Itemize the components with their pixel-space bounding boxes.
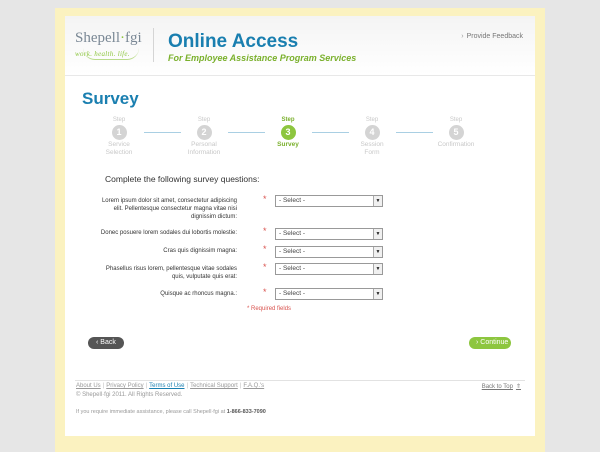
survey-instructions: Complete the following survey questions:	[105, 174, 260, 184]
footer-link-privacy-policy[interactable]: Privacy Policy	[106, 383, 143, 389]
caret-down-icon: ▼	[373, 229, 382, 239]
chevron-left-icon: ‹	[96, 339, 99, 346]
required-marker: *	[263, 226, 267, 236]
question-label: Lorem ipsum dolor sit amet, consectetur …	[101, 198, 237, 220]
logo-swoosh	[83, 48, 139, 60]
site-subtitle: For Employee Assistance Program Services	[168, 53, 357, 63]
continue-button[interactable]: › Continue	[469, 337, 511, 349]
back-to-top-link[interactable]: Back to Top ⇑	[482, 383, 521, 390]
question-2-select[interactable]: - Select - ▼	[275, 228, 383, 240]
question-1-select[interactable]: - Select - ▼	[275, 195, 383, 207]
required-fields-note: * Required fields	[247, 306, 292, 312]
caret-down-icon: ▼	[373, 247, 382, 257]
step-confirmation: Step 5 Confirmation	[437, 117, 475, 148]
footer-link-about-us[interactable]: About Us	[76, 383, 101, 389]
provide-feedback-link[interactable]: › Provide Feedback	[461, 33, 523, 40]
page: Shepell·fgi work. health. life. Online A…	[65, 16, 535, 436]
question-3-select[interactable]: - Select - ▼	[275, 246, 383, 258]
site-title: Online Access	[168, 31, 299, 52]
caret-down-icon: ▼	[373, 289, 382, 299]
caret-down-icon: ▼	[373, 264, 382, 274]
question-label: Quisque ac rhoncus magna.:	[160, 291, 237, 297]
chevron-right-icon: ›	[461, 33, 464, 40]
assistance-phone: 1-866-833-7090	[226, 409, 266, 415]
question-5-select[interactable]: - Select - ▼	[275, 288, 383, 300]
footer-link-terms-of-use[interactable]: Terms of Use	[149, 383, 184, 389]
required-marker: *	[263, 244, 267, 254]
question-label: Cras quis dignissim magna:	[163, 248, 237, 254]
caret-down-icon: ▼	[373, 196, 382, 206]
step-session-form: Step 4 Session Form	[360, 117, 384, 156]
question-4-select[interactable]: - Select - ▼	[275, 263, 383, 275]
step-personal-information: Step 2 Personal Information	[187, 117, 221, 156]
required-marker: *	[263, 287, 267, 297]
footer-link-faq[interactable]: F.A.Q.'s	[243, 383, 264, 389]
page-title: Survey	[82, 89, 139, 108]
arrow-up-icon: ⇑	[515, 384, 521, 390]
back-button[interactable]: ‹ Back	[88, 337, 124, 349]
header-divider	[153, 28, 154, 62]
footer-link-technical-support[interactable]: Technical Support	[190, 383, 238, 389]
step-service-selection: Step 1 Service Selection	[105, 117, 133, 156]
required-marker: *	[263, 194, 267, 204]
header: Shepell·fgi work. health. life. Online A…	[65, 16, 535, 76]
question-label: Phasellus risus lorem, pellentesque vita…	[105, 266, 237, 280]
question-label: Donec posuere lorem sodales dui lobortis…	[100, 230, 237, 236]
assistance-text: If you require immediate assistance, ple…	[76, 409, 266, 415]
required-marker: *	[263, 262, 267, 272]
logo-wordmark: Shepell·fgi	[75, 30, 142, 46]
footer-links: About Us | Privacy Policy | Terms of Use | Tec…	[76, 383, 265, 389]
footer-divider	[75, 380, 525, 381]
copyright: © Shepell·fgi 2011. All Rights Reserved.	[76, 392, 183, 398]
shepell-fgi-logo[interactable]: Shepell·fgi work. health. life.	[75, 30, 142, 60]
step-survey: Step 3 Survey	[277, 117, 299, 148]
chevron-right-icon: ›	[476, 339, 479, 346]
